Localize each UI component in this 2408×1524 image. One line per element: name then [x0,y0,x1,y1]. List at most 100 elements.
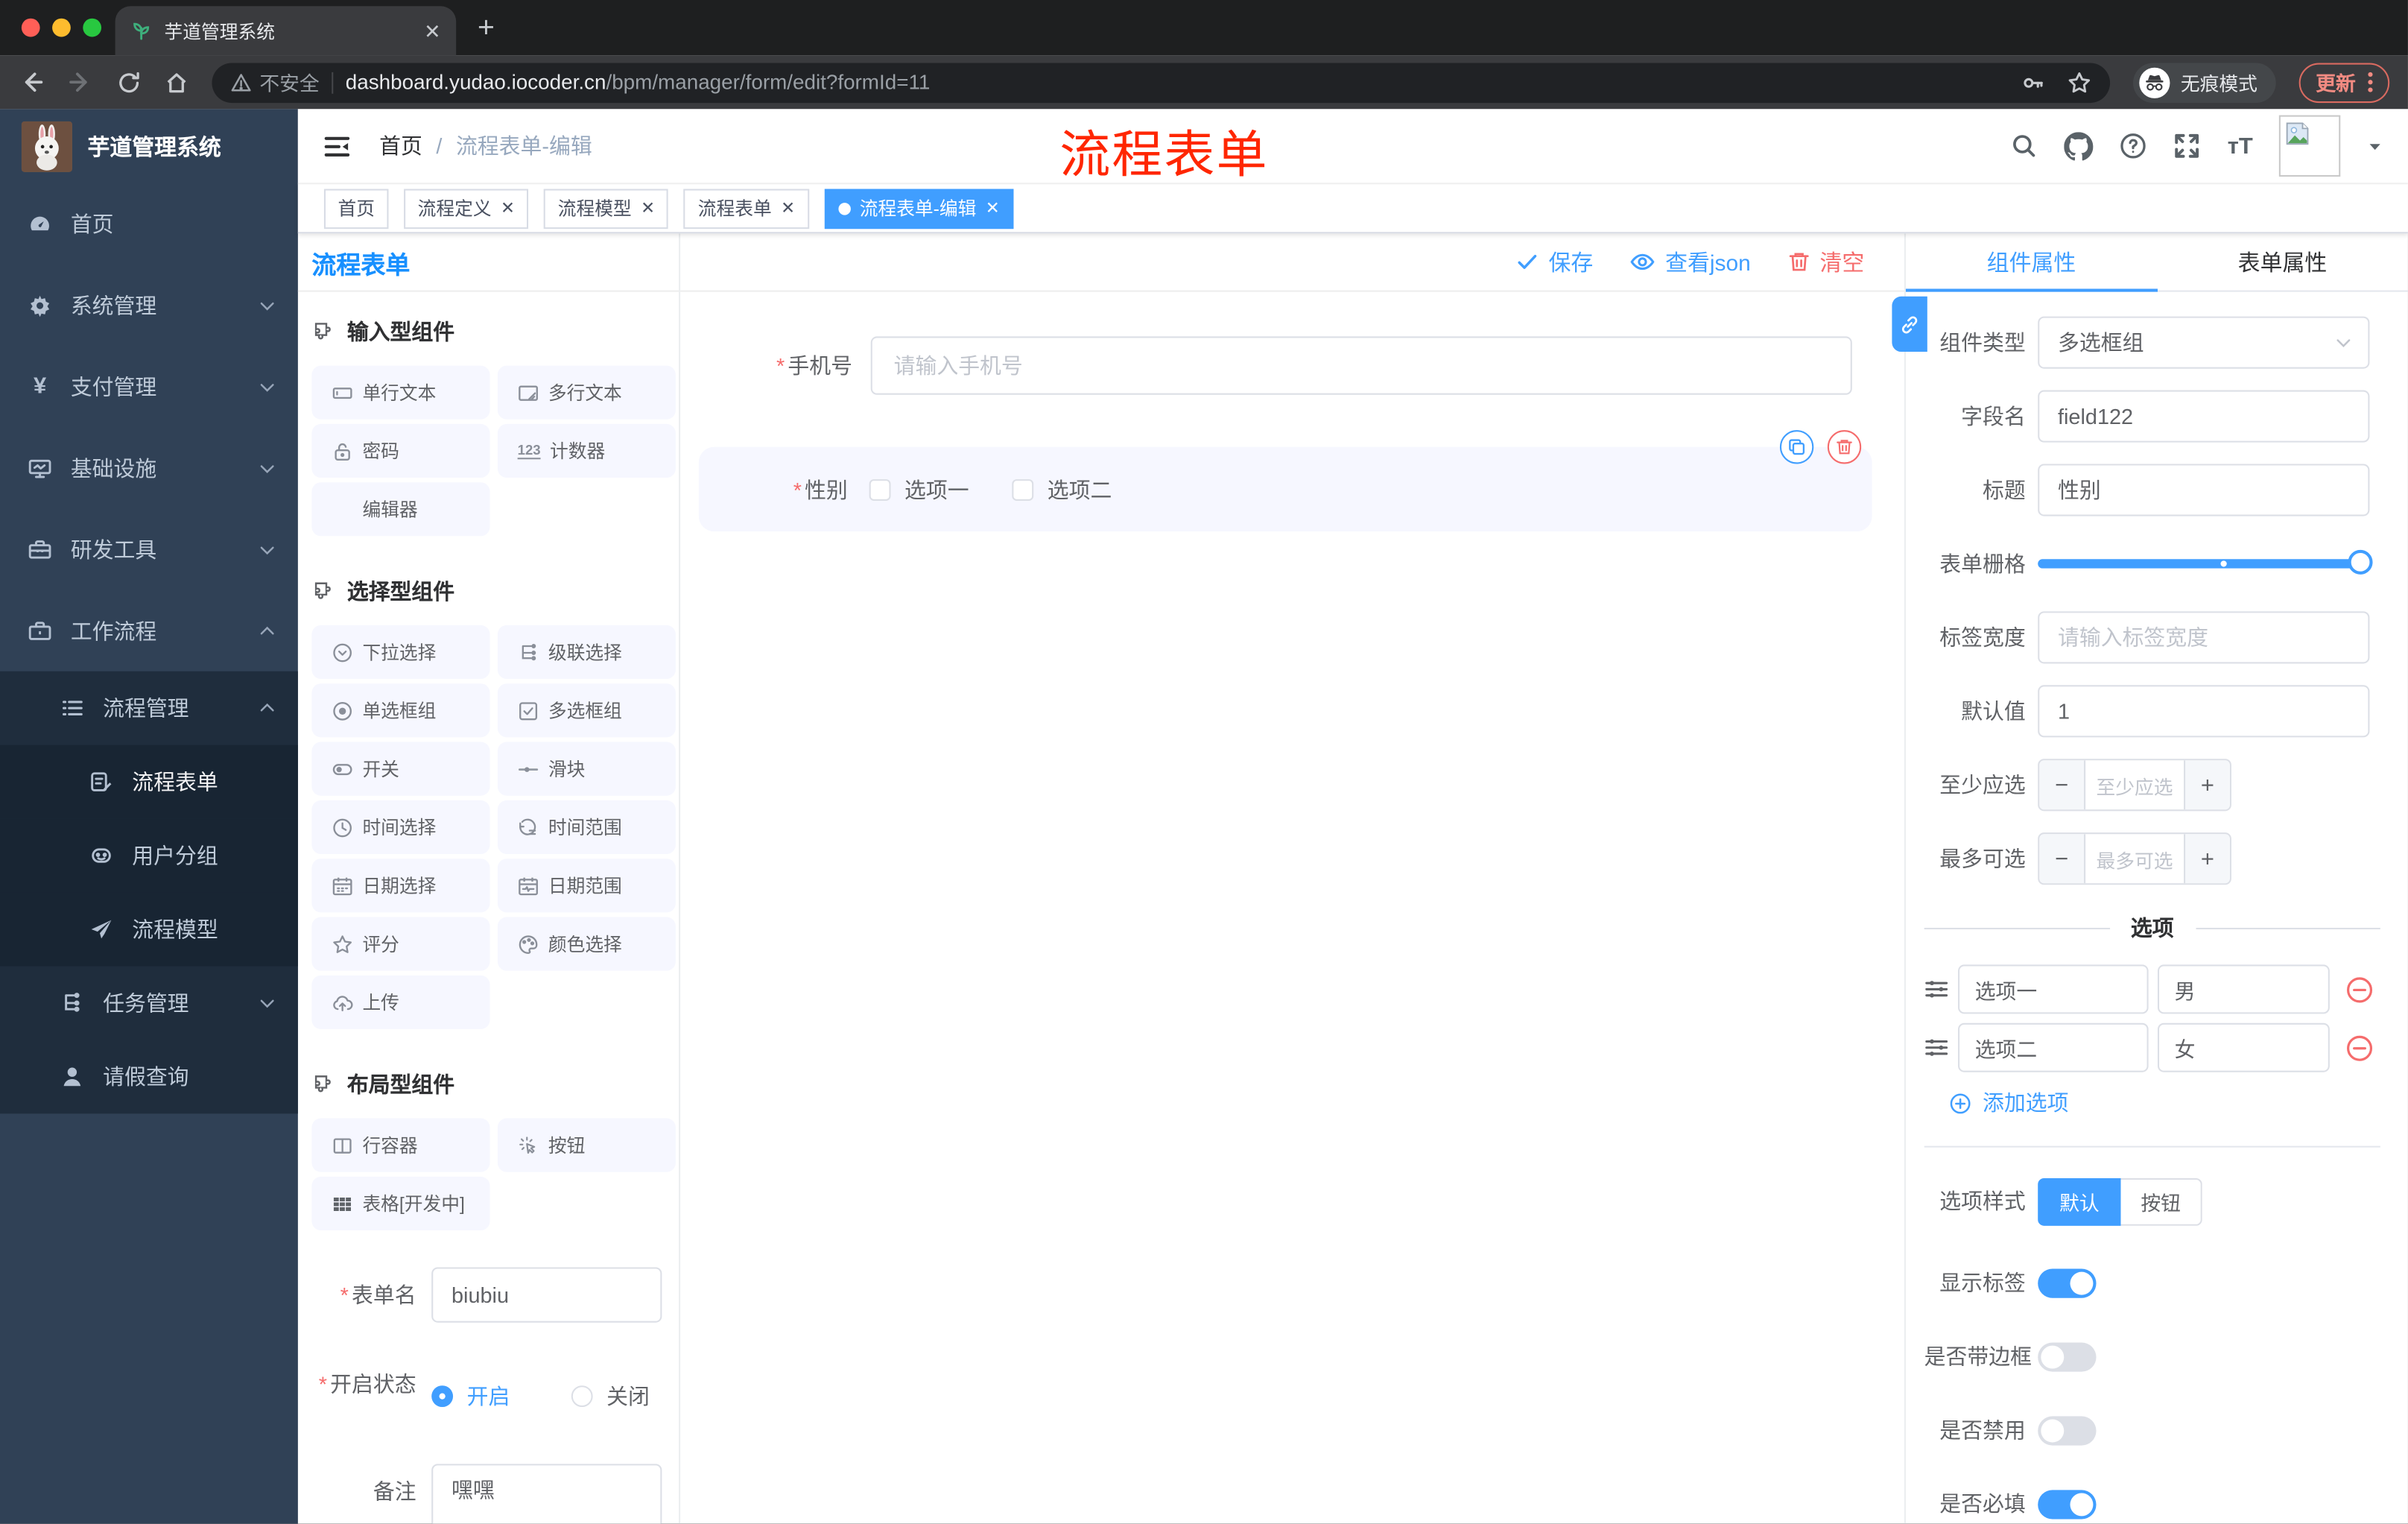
drawer-handle[interactable] [1892,296,1927,352]
form-remark-textarea[interactable]: 嘿嘿 [431,1464,662,1524]
forward-icon[interactable] [68,69,94,95]
component-switch[interactable]: 开关 [311,742,490,796]
radio-off[interactable] [571,1385,593,1408]
reload-icon[interactable] [117,70,142,95]
style-default-button[interactable]: 默认 [2038,1177,2121,1225]
tag-close-icon[interactable]: ✕ [641,198,655,218]
address-bar[interactable]: 不安全 dashboard.yudao.iocoder.cn/bpm/manag… [212,62,2111,103]
component-time-picker[interactable]: 时间选择 [311,800,490,855]
browser-tab[interactable]: 芋道管理系统 ✕ [115,6,457,56]
chrome-menu-icon[interactable] [2368,72,2373,92]
component-row-container[interactable]: 行容器 [311,1118,490,1172]
required-switch-on[interactable] [2038,1489,2097,1519]
component-radio-group[interactable]: 单选框组 [311,683,490,738]
increase-button[interactable]: + [2184,834,2230,884]
component-date-picker[interactable]: 日期选择 [311,859,490,913]
collapse-sidebar-icon[interactable] [323,131,352,160]
component-color-picker[interactable]: 颜色选择 [497,917,676,971]
radio-on-selected[interactable] [431,1385,454,1408]
component-checkbox-group[interactable]: 多选框组 [497,683,676,738]
gender-field-widget-selected[interactable]: * 性别 选项一 选项二 [698,430,1872,532]
component-upload[interactable]: 上传 [311,975,490,1030]
save-button[interactable]: 保存 [1516,246,1593,278]
sidebar-item-user-group[interactable]: 用户分组 [0,818,298,893]
decrease-button[interactable]: − [2039,760,2086,810]
sidebar-item-infra[interactable]: 基础设施 [0,427,298,508]
minimize-window-button[interactable] [52,18,71,37]
component-table-dev[interactable]: 表格[开发中] [311,1176,490,1231]
back-icon[interactable] [19,69,45,95]
sidebar-item-process-model[interactable]: 流程模型 [0,892,298,967]
field-name-input[interactable] [2038,390,2370,443]
drag-handle-icon[interactable] [1924,977,1949,1002]
drag-handle-icon[interactable] [1924,1035,1949,1060]
canvas-body[interactable]: *手机号 *性别 选项一 选项二 [680,292,1904,1524]
remove-option-button[interactable] [2345,975,2374,1004]
component-editor[interactable]: 编辑器 [311,482,490,537]
checkbox-option-1[interactable]: 选项一 [869,474,969,505]
component-select[interactable]: 下拉选择 [311,625,490,680]
slider-handle[interactable] [2348,549,2373,575]
sidebar-item-system[interactable]: 系统管理 [0,265,298,346]
tag-home[interactable]: 首页 [323,188,389,229]
tab-component-props[interactable]: 组件属性 [1905,233,2157,292]
add-option-button[interactable]: 添加选项 [1949,1087,2380,1118]
tag-process-form[interactable]: 流程表单 ✕ [684,188,809,229]
component-password[interactable]: 密码 [311,423,490,478]
close-window-button[interactable] [21,18,40,37]
radio-off-label[interactable]: 关闭 [606,1381,650,1411]
avatar[interactable] [2278,115,2341,177]
sidebar-item-process-mgmt[interactable]: 流程管理 [0,671,298,745]
sidebar-item-payment[interactable]: ¥ 支付管理 [0,346,298,427]
tag-close-icon[interactable]: ✕ [986,198,1000,218]
home-icon[interactable] [165,70,189,95]
fullscreen-icon[interactable] [2174,132,2202,159]
component-date-range[interactable]: 日期范围 [497,859,676,913]
component-button[interactable]: 按钮 [497,1118,676,1172]
tag-process-definition[interactable]: 流程定义 ✕ [404,188,529,229]
option-2-name-input[interactable] [1958,1022,2149,1072]
remove-option-button[interactable] [2345,1033,2374,1062]
disabled-switch-off[interactable] [2038,1415,2097,1445]
github-icon[interactable] [2065,131,2094,160]
sidebar-item-workflow[interactable]: 工作流程 [0,590,298,671]
component-counter[interactable]: 123 计数器 [497,423,676,478]
sidebar-item-task-mgmt[interactable]: 任务管理 [0,966,298,1040]
component-multi-line-text[interactable]: 多行文本 [497,365,676,420]
tag-close-icon[interactable]: ✕ [781,198,795,218]
sidebar-item-home[interactable]: 首页 [0,183,298,264]
title-input[interactable] [2038,464,2370,516]
form-grid-slider[interactable] [2038,549,2373,575]
breadcrumb-home[interactable]: 首页 [379,130,422,161]
sidebar-item-leave-query[interactable]: 请假查询 [0,1040,298,1113]
app-logo[interactable]: 芋道管理系统 [0,109,298,183]
phone-field-row[interactable]: * 手机号 [680,336,1904,395]
min-select-placeholder[interactable]: 至少应选 [2085,760,2184,809]
checkbox-icon[interactable] [1012,478,1034,500]
maximize-window-button[interactable] [83,18,102,37]
view-json-button[interactable]: 查看json [1630,246,1751,278]
bookmark-star-icon[interactable] [2067,70,2091,95]
component-cascader[interactable]: 级联选择 [497,625,676,680]
max-select-placeholder[interactable]: 最多可选 [2085,834,2184,883]
avatar-caret-icon[interactable] [2366,137,2383,154]
sidebar-item-process-form[interactable]: 流程表单 [0,744,298,819]
tab-close-icon[interactable]: ✕ [424,21,440,41]
component-slider[interactable]: 滑块 [497,742,676,796]
option-2-value-input[interactable] [2157,1022,2330,1072]
component-time-range[interactable]: 时间范围 [497,800,676,855]
sidebar-item-devtools[interactable]: 研发工具 [0,508,298,589]
option-1-name-input[interactable] [1958,964,2149,1014]
form-name-input[interactable] [431,1267,662,1323]
show-label-switch-on[interactable] [2038,1268,2097,1297]
option-1-value-input[interactable] [2157,964,2330,1014]
label-width-input[interactable] [2038,611,2370,664]
help-icon[interactable] [2120,132,2147,159]
component-type-select[interactable]: 多选框组 [2038,316,2370,369]
tab-form-props[interactable]: 表单属性 [2157,233,2408,290]
checkbox-icon[interactable] [869,478,891,500]
radio-on-label[interactable]: 开启 [467,1381,510,1411]
increase-button[interactable]: + [2184,760,2230,810]
not-secure-badge[interactable]: 不安全 [230,68,320,97]
default-value-input[interactable] [2038,685,2370,738]
